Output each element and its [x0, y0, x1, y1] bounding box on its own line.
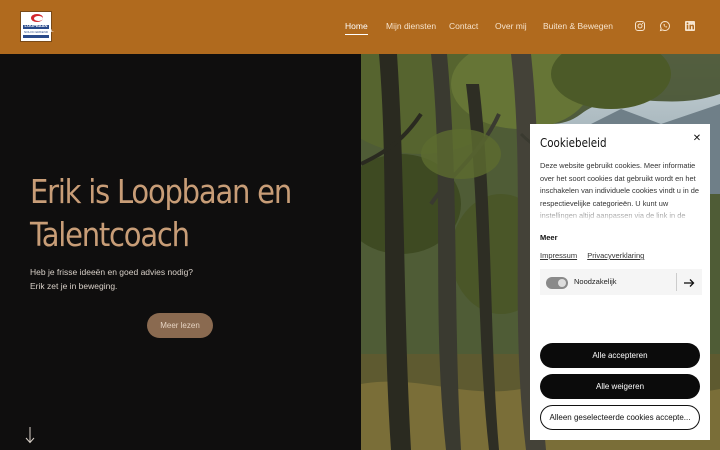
nav-contact[interactable]: Contact [449, 21, 478, 31]
logo-subtext: NOLOC ERKEND [23, 30, 48, 34]
cookie-panel: Cookiebeleid ✕ Deze website gebruikt coo… [530, 124, 710, 440]
nav-buiten-bewegen[interactable]: Buiten & Bewegen [543, 21, 613, 31]
linkedin-icon[interactable] [684, 20, 696, 32]
hero-subtitle: Heb je frisse ideeën en goed advies nodi… [30, 265, 193, 293]
logo-swoosh-inner [34, 16, 43, 21]
hero-title: Erik is Loopbaan en Talentcoach [30, 172, 292, 254]
nav-mijn-diensten[interactable]: Mijn diensten [386, 21, 436, 31]
category-label: Noodzakelijk [574, 277, 617, 286]
impressum-link[interactable]: Impressum [540, 251, 577, 260]
site-header: LOOPBAAN PROFESSIONAL NOLOC ERKEND Home … [0, 0, 720, 54]
nav-home[interactable]: Home [345, 21, 368, 35]
cookie-more-label[interactable]: Meer [540, 233, 558, 242]
nav-over-mij[interactable]: Over mij [495, 21, 527, 31]
instagram-icon[interactable] [634, 20, 646, 32]
hero-subtitle-line-1: Heb je frisse ideeën en goed advies nodi… [30, 267, 194, 277]
row-divider [676, 273, 677, 291]
arrow-right-icon[interactable] [683, 276, 695, 288]
privacy-link[interactable]: Privacyverklaring [587, 251, 644, 260]
logo-band-bottom [23, 35, 49, 38]
arrow-down-icon[interactable] [24, 426, 36, 444]
cookie-links: Impressum Privacyverklaring [540, 251, 652, 260]
accept-all-button[interactable]: Alle accepteren [540, 343, 700, 368]
cookie-title: Cookiebeleid [540, 136, 607, 150]
accept-selected-button[interactable]: Alleen geselecteerde cookies accepte... [540, 405, 700, 430]
necessary-toggle[interactable] [546, 277, 568, 289]
site-logo[interactable]: LOOPBAAN PROFESSIONAL NOLOC ERKEND [20, 11, 54, 42]
whatsapp-icon[interactable] [659, 20, 671, 32]
close-icon[interactable]: ✕ [691, 133, 703, 145]
text-fade [540, 206, 704, 222]
read-more-button[interactable]: Meer lezen [147, 313, 213, 338]
hero-section: Erik is Loopbaan en Talentcoach Heb je f… [0, 54, 361, 450]
cookie-category-necessary[interactable]: Noodzakelijk [540, 269, 702, 295]
reject-all-button[interactable]: Alle weigeren [540, 374, 700, 399]
hero-subtitle-line-2: Erik zet je in beweging. [30, 281, 118, 291]
